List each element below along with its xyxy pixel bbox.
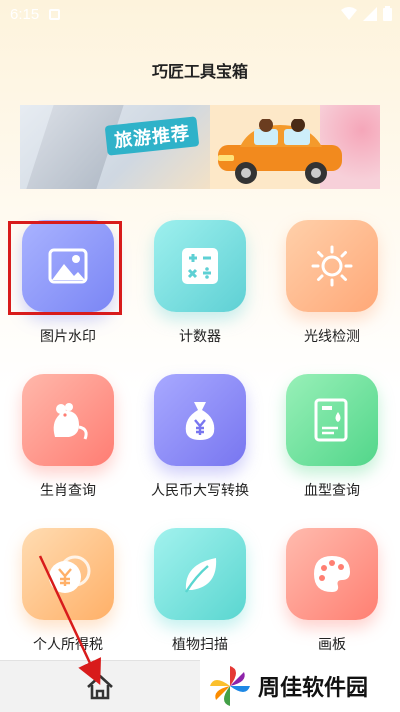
palette-icon (286, 528, 378, 620)
tool-label: 图片水印 (40, 329, 96, 345)
status-icons (341, 6, 392, 21)
page-title: 巧匠工具宝箱 (151, 62, 248, 81)
selection-highlight-box (8, 221, 122, 315)
tool-income-tax[interactable]: 个人所得税 (6, 528, 136, 678)
signal-icon (363, 6, 377, 21)
tool-zodiac-query[interactable]: 生肖查询 (6, 374, 136, 524)
tool-drawing-board[interactable]: 画板 (270, 528, 400, 678)
home-button[interactable] (80, 671, 120, 703)
tool-plant-scan[interactable]: 植物扫描 (138, 528, 268, 678)
money-bag-icon (154, 374, 246, 466)
tool-label: 个人所得税 (33, 637, 103, 653)
notification-icon (49, 8, 61, 20)
wifi-icon (341, 6, 357, 20)
tool-label: 植物扫描 (172, 637, 228, 653)
tool-label: 生肖查询 (40, 483, 96, 499)
rat-icon (22, 374, 114, 466)
tool-label: 光线检测 (304, 329, 360, 345)
watermark: 周佳软件园 (200, 660, 400, 712)
tool-label: 画板 (318, 637, 346, 653)
battery-icon (383, 6, 392, 21)
tool-counter[interactable]: 计数器 (138, 220, 268, 370)
tool-blood-type[interactable]: 血型查询 (270, 374, 400, 524)
pinwheel-logo-icon (210, 666, 250, 706)
tool-label: 人民币大写转换 (151, 483, 249, 499)
leaf-icon (154, 528, 246, 620)
yuan-coin-icon (22, 528, 114, 620)
tool-label: 血型查询 (304, 483, 360, 499)
tool-rmb-uppercase[interactable]: 人民币大写转换 (138, 374, 268, 524)
blood-drop-icon (286, 374, 378, 466)
calculator-icon (154, 220, 246, 312)
tool-label: 计数器 (179, 329, 221, 345)
promo-banner[interactable]: 旅游推荐 (20, 105, 380, 189)
home-icon (87, 674, 113, 700)
tool-light-detection[interactable]: 光线检测 (270, 220, 400, 370)
watermark-text: 周佳软件园 (258, 676, 369, 701)
sun-icon (286, 220, 378, 312)
status-time: 6:15 (10, 5, 40, 23)
car-illustration (218, 119, 342, 184)
status-bar: 6:15 (0, 0, 400, 28)
